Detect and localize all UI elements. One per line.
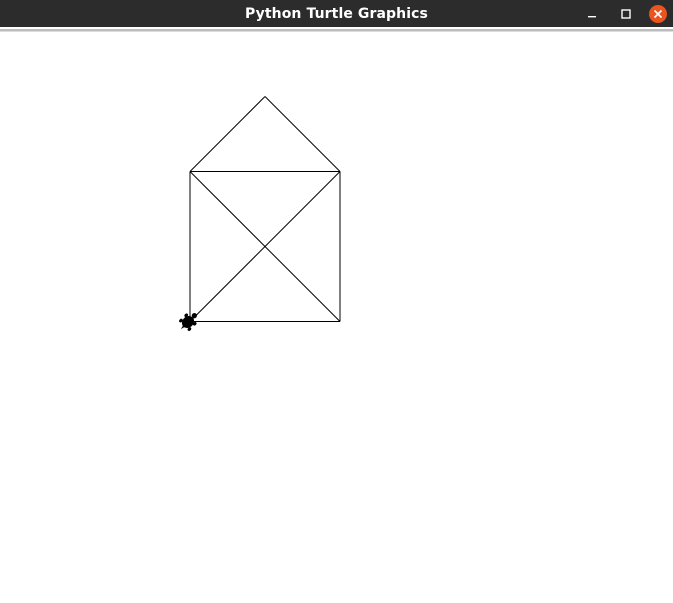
window-title: Python Turtle Graphics <box>245 5 428 22</box>
minimize-icon <box>588 15 596 17</box>
title-bar[interactable]: Python Turtle Graphics <box>0 0 673 27</box>
house-drawing <box>189 96 341 322</box>
turtle-window: Python Turtle Graphics <box>0 0 673 603</box>
maximize-button[interactable] <box>609 0 643 27</box>
minimize-button[interactable] <box>575 0 609 27</box>
window-border <box>0 27 673 34</box>
close-button[interactable] <box>643 0 673 27</box>
roof-left-edge <box>189 96 266 172</box>
maximize-icon <box>621 8 631 19</box>
turtle-canvas[interactable] <box>0 34 673 603</box>
window-controls <box>575 0 673 27</box>
roof-right-edge <box>264 96 341 172</box>
drawing-surface <box>179 96 341 331</box>
close-icon <box>653 9 663 18</box>
